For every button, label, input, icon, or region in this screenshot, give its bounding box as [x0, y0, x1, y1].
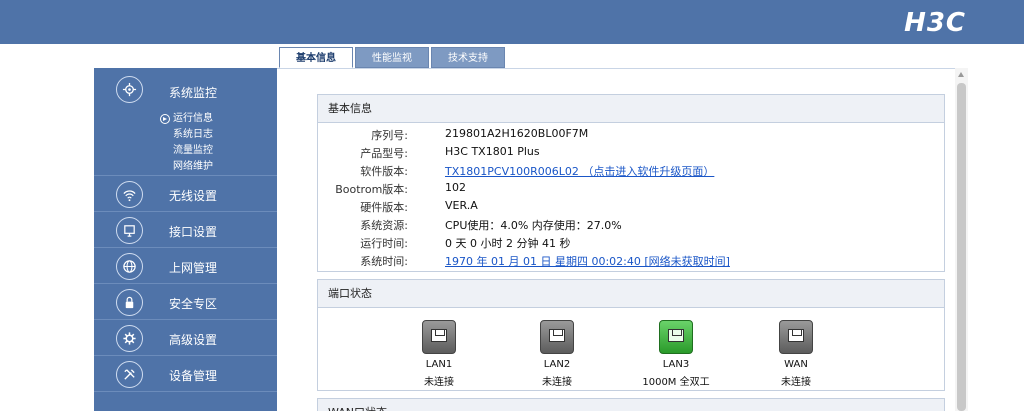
- ethernet-port-icon: [779, 320, 813, 354]
- info-row-resources: 系统资源: CPU使用：4.0% 内存使用：27.0%: [318, 215, 944, 233]
- port-lan3: LAN3 1000M 全双工: [636, 320, 716, 388]
- info-row-bootrom: Bootrom版本: 102: [318, 179, 944, 197]
- info-label: 软件版本:: [360, 165, 408, 178]
- header-bar: H3C: [0, 0, 1024, 44]
- port-lan1: LAN1 未连接: [399, 320, 479, 388]
- submenu-item-traffic[interactable]: 流量监控: [160, 143, 213, 159]
- info-row-system-time: 系统时间: 1970 年 01 月 01 日 星期四 00:02:40 [网络未…: [318, 251, 944, 269]
- panel-title: 基本信息: [318, 95, 944, 123]
- router-admin-page: H3C 基本信息 性能监视 技术支持 系统监控 运行信息 系统日志 流量监控 网…: [0, 0, 1024, 411]
- port-name: WAN: [784, 359, 808, 370]
- info-row-hardware: 硬件版本: VER.A: [318, 197, 944, 215]
- ethernet-port-icon: [540, 320, 574, 354]
- system-time-link[interactable]: 1970 年 01 月 01 日 星期四 00:02:40 [网络未获取时间]: [445, 253, 730, 269]
- sidebar-item-label: 无线设置: [169, 189, 218, 203]
- port-status: 未连接: [781, 377, 811, 388]
- info-label: 系统资源:: [360, 219, 408, 232]
- port-name: LAN1: [425, 359, 453, 370]
- info-label: 系统时间:: [360, 255, 408, 268]
- tab-basic-info[interactable]: 基本信息: [279, 47, 353, 68]
- submenu: 运行信息 系统日志 流量监控 网络维护: [160, 111, 213, 175]
- interface-icon: [116, 217, 143, 244]
- port-status: 未连接: [542, 377, 572, 388]
- sidebar-item-wireless[interactable]: 无线设置: [94, 176, 277, 212]
- info-value: 102: [445, 181, 466, 194]
- sidebar-item-security[interactable]: 安全专区: [94, 284, 277, 320]
- tab-performance[interactable]: 性能监视: [355, 47, 429, 68]
- globe-icon: [116, 253, 143, 280]
- ethernet-port-icon: [422, 320, 456, 354]
- info-label: 运行时间:: [360, 237, 408, 250]
- sidebar-nav: 系统监控 运行信息 系统日志 流量监控 网络维护 无线设置 接口设置 上网管理 …: [94, 68, 277, 411]
- panel-title: 端口状态: [318, 280, 944, 308]
- sidebar-item-label: 安全专区: [169, 297, 218, 311]
- sidebar-item-label: 系统监控: [169, 86, 218, 100]
- wan-status-panel: WAN口状态: [317, 398, 945, 411]
- submenu-item-system-log[interactable]: 系统日志: [160, 127, 213, 143]
- submenu-item-network-maint[interactable]: 网络维护: [160, 159, 213, 175]
- info-row-serial: 序列号: 219801A2H1620BL00F7M: [318, 125, 944, 143]
- tools-icon: [116, 361, 143, 388]
- sidebar-item-label: 上网管理: [169, 261, 218, 275]
- h3c-logo: H3C: [904, 8, 966, 38]
- info-label: 硬件版本:: [360, 201, 408, 214]
- sidebar-item-system-monitor[interactable]: 系统监控 运行信息 系统日志 流量监控 网络维护: [94, 68, 277, 176]
- panel-title: WAN口状态: [318, 399, 944, 411]
- sidebar-item-internet[interactable]: 上网管理: [94, 248, 277, 284]
- sidebar-item-advanced[interactable]: 高级设置: [94, 320, 277, 356]
- gear-icon: [116, 325, 143, 352]
- scroll-thumb[interactable]: [957, 83, 966, 411]
- basic-info-panel: 基本信息 序列号: 219801A2H1620BL00F7M 产品型号: H3C…: [317, 94, 945, 272]
- info-value: 219801A2H1620BL00F7M: [445, 127, 589, 140]
- scroll-up-arrow-icon[interactable]: [958, 72, 964, 77]
- sidebar-item-label: 高级设置: [169, 333, 218, 347]
- info-label: 序列号:: [371, 129, 408, 142]
- info-label: Bootrom版本:: [335, 183, 408, 196]
- port-name: LAN3: [662, 359, 690, 370]
- port-name: LAN2: [543, 359, 571, 370]
- info-row-uptime: 运行时间: 0 天 0 小时 2 分钟 41 秒: [318, 233, 944, 251]
- vertical-scrollbar[interactable]: [955, 68, 968, 411]
- sidebar-item-interface[interactable]: 接口设置: [94, 212, 277, 248]
- lock-icon: [116, 289, 143, 316]
- info-value: CPU使用：4.0% 内存使用：27.0%: [445, 219, 622, 232]
- info-value: VER.A: [445, 199, 478, 212]
- info-value: 0 天 0 小时 2 分钟 41 秒: [445, 237, 571, 250]
- gear-network-icon: [116, 76, 143, 103]
- port-lan2: LAN2 未连接: [517, 320, 597, 388]
- sidebar-item-label: 设备管理: [169, 369, 218, 383]
- submenu-item-run-info[interactable]: 运行信息: [160, 111, 213, 127]
- info-row-software: 软件版本: TX1801PCV100R006L02 （点击进入软件升级页面）: [318, 161, 944, 179]
- ethernet-port-connected-icon: [659, 320, 693, 354]
- port-status: 1000M 全双工: [642, 377, 710, 388]
- port-status: 未连接: [424, 377, 454, 388]
- sidebar-item-label: 接口设置: [169, 225, 218, 239]
- tab-bar: 基本信息 性能监视 技术支持: [279, 47, 507, 68]
- info-row-model: 产品型号: H3C TX1801 Plus: [318, 143, 944, 161]
- sidebar-item-device-mgmt[interactable]: 设备管理: [94, 356, 277, 392]
- wifi-icon: [116, 181, 143, 208]
- info-value: H3C TX1801 Plus: [445, 145, 540, 158]
- info-label: 产品型号:: [360, 147, 408, 160]
- software-upgrade-link[interactable]: TX1801PCV100R006L02 （点击进入软件升级页面）: [445, 163, 714, 179]
- port-status-panel: 端口状态 LAN1 未连接 LAN2 未连接 LAN3 1000M 全双工 WA…: [317, 279, 945, 391]
- port-wan: WAN 未连接: [756, 320, 836, 388]
- tab-tech-support[interactable]: 技术支持: [431, 47, 505, 68]
